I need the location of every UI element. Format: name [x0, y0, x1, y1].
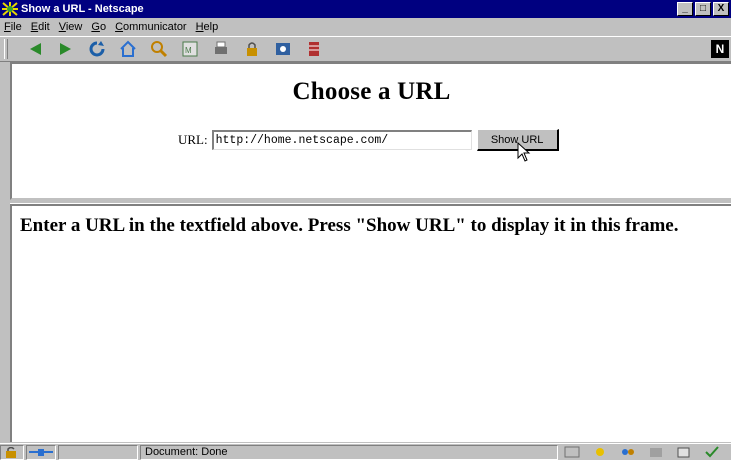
security-status-icon[interactable]: [0, 444, 24, 460]
menu-view[interactable]: View: [59, 21, 83, 33]
composer-icon[interactable]: [676, 446, 692, 458]
url-form: URL: Show URL: [178, 129, 559, 151]
close-button[interactable]: X: [713, 2, 729, 16]
top-frame: Choose a URL URL: Show URL: [10, 62, 731, 200]
menu-edit[interactable]: Edit: [31, 21, 50, 33]
shop-icon[interactable]: [274, 40, 292, 58]
window-title: Show a URL - Netscape: [21, 3, 144, 15]
back-icon[interactable]: [26, 40, 44, 58]
instruction-text: Enter a URL in the textfield above. Pres…: [20, 215, 679, 236]
page-heading: Choose a URL: [292, 78, 451, 105]
netscape-throbber-icon[interactable]: N: [711, 40, 729, 58]
security-icon[interactable]: [243, 40, 261, 58]
menu-bar: File Edit View Go Communicator Help: [0, 18, 731, 36]
title-bar: Show a URL - Netscape _ □ X: [0, 0, 731, 18]
toolbar-grip[interactable]: [4, 39, 8, 59]
bottom-frame: Enter a URL in the textfield above. Pres…: [10, 204, 731, 442]
navigation-toolbar: M N: [0, 36, 731, 62]
menu-file[interactable]: File: [4, 21, 22, 33]
forward-icon[interactable]: [57, 40, 75, 58]
progress-bar: [58, 444, 138, 460]
home-icon[interactable]: [119, 40, 137, 58]
connection-status-icon: [26, 444, 56, 460]
url-label: URL:: [178, 132, 208, 147]
mailbox-icon[interactable]: [592, 446, 608, 458]
address-book-icon[interactable]: [648, 446, 664, 458]
menu-help[interactable]: Help: [196, 21, 219, 33]
status-bar: Document: Done: [0, 443, 731, 460]
checkmark-icon[interactable]: [704, 446, 720, 458]
menu-go[interactable]: Go: [91, 21, 106, 33]
stop-icon[interactable]: [305, 40, 323, 58]
minimize-button[interactable]: _: [677, 2, 693, 16]
discussion-groups-icon[interactable]: [620, 446, 636, 458]
mouse-pointer-icon: [517, 142, 531, 162]
status-text: Document: Done: [145, 446, 228, 458]
status-text-cell: Document: Done: [140, 444, 558, 460]
print-icon[interactable]: [212, 40, 230, 58]
netscape-app-icon[interactable]: [2, 2, 18, 16]
url-input[interactable]: [211, 130, 472, 150]
maximize-button[interactable]: □: [695, 2, 711, 16]
component-bar: [560, 445, 725, 460]
reload-icon[interactable]: [88, 40, 106, 58]
search-icon[interactable]: [150, 40, 168, 58]
netscape-guide-icon[interactable]: M: [181, 40, 199, 58]
navigator-icon[interactable]: [564, 446, 580, 458]
svg-text:M: M: [185, 46, 192, 55]
menu-communicator[interactable]: Communicator: [115, 21, 187, 33]
